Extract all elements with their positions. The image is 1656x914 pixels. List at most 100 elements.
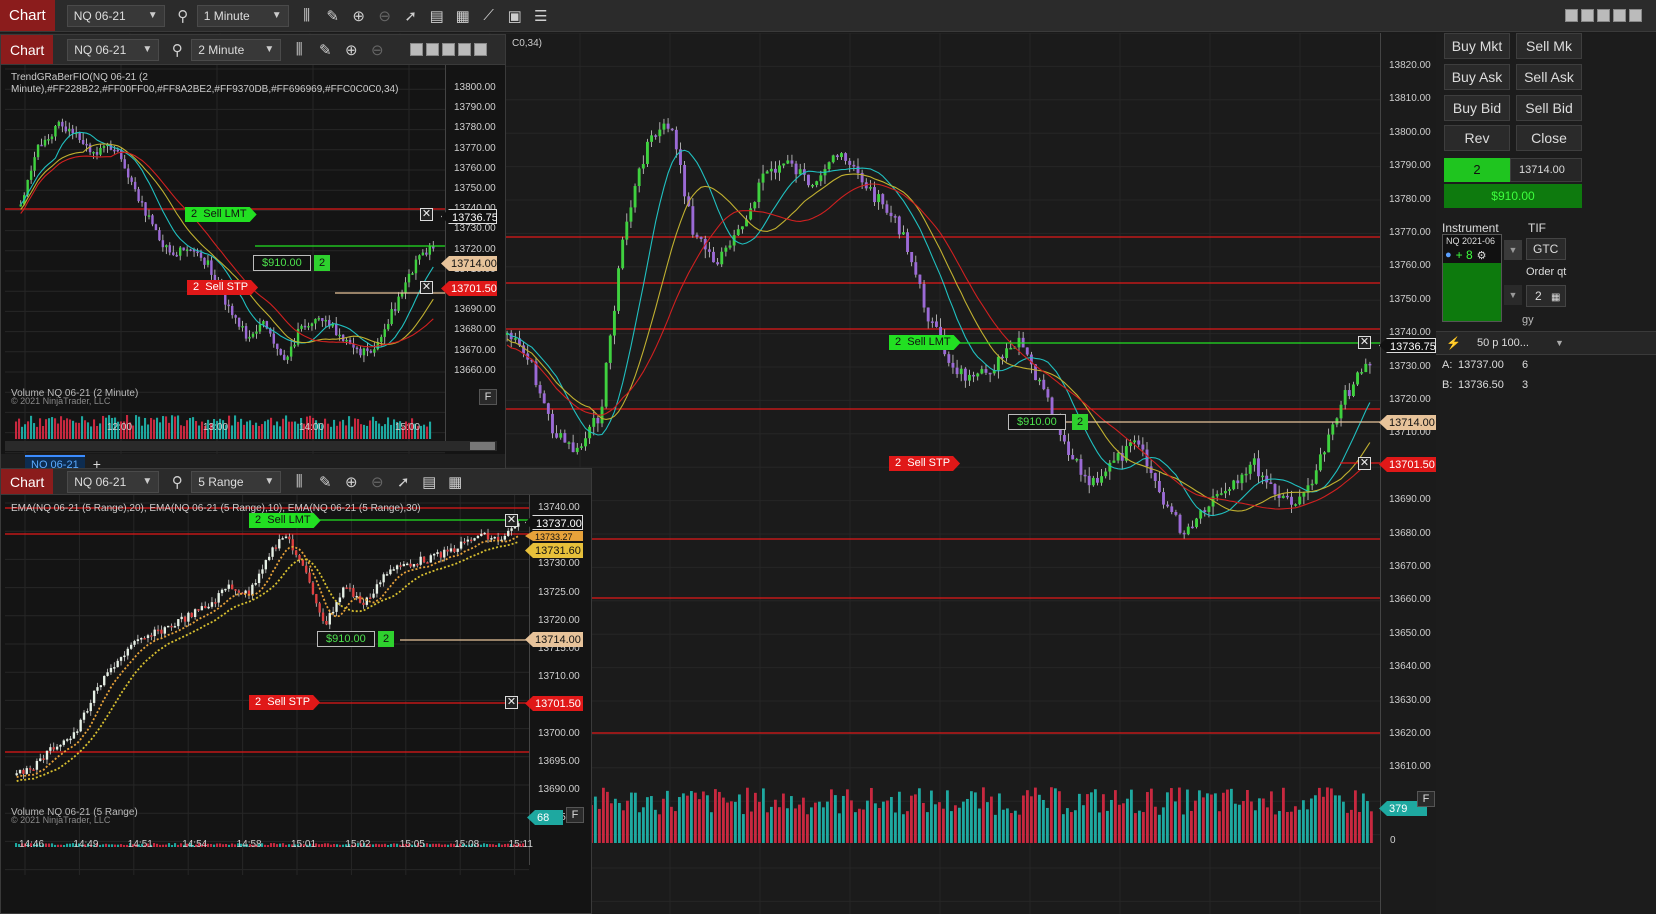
chart-5range-sell-stp-order[interactable]: 2 Sell STP: [249, 695, 320, 710]
main-f-button[interactable]: F: [1417, 791, 1435, 807]
scrollbar-thumb[interactable]: [470, 442, 495, 450]
close-icon[interactable]: [1629, 9, 1642, 22]
buy-market-button[interactable]: Buy Mkt: [1444, 33, 1510, 59]
candle-body: [761, 173, 765, 183]
candle-body: [207, 606, 210, 609]
window-tile-icon[interactable]: [1565, 9, 1578, 22]
candle-body: [318, 603, 321, 613]
interval-select[interactable]: 5 Range ▼: [191, 470, 282, 493]
candle-body: [248, 336, 251, 339]
cancel-order-icon[interactable]: ✕: [505, 514, 518, 527]
window-tile-icon[interactable]: [410, 43, 424, 56]
candle-body: [258, 324, 262, 332]
interval-select[interactable]: 2 Minute ▼: [191, 38, 282, 61]
chart-2min-scrollbar[interactable]: [5, 441, 497, 451]
chart-menu-button[interactable]: Chart: [0, 0, 55, 31]
bar-type-icon[interactable]: ⫼: [291, 473, 307, 490]
bar-type-icon[interactable]: ⫼: [299, 7, 315, 24]
indicators-icon[interactable]: ▦: [447, 473, 463, 491]
candle-body: [1079, 459, 1083, 475]
zoom-out-icon[interactable]: ⊖: [377, 7, 393, 25]
candle-body: [178, 247, 182, 256]
chart-2min-sell-stp-order[interactable]: 2 Sell STP: [187, 280, 258, 295]
window-tile2-icon[interactable]: [426, 43, 440, 56]
sell-market-button[interactable]: Sell Mk: [1516, 33, 1582, 59]
order-qty: 2: [255, 514, 262, 526]
volume-bar: [898, 791, 901, 843]
candle-body: [156, 629, 160, 632]
reverse-button[interactable]: Rev: [1444, 125, 1510, 151]
pointer-icon[interactable]: ➚: [395, 473, 411, 491]
sell-bid-button[interactable]: Sell Bid: [1516, 95, 1582, 121]
strategies-icon[interactable]: ⟋: [481, 7, 497, 24]
price-axis-label: 13730.00: [454, 223, 496, 235]
sell-ask-button[interactable]: Sell Ask: [1516, 64, 1582, 90]
candle-body: [852, 164, 856, 167]
window-tile2-icon[interactable]: [1581, 9, 1594, 22]
candle-body: [716, 262, 720, 265]
instrument-select[interactable]: NQ 06-21 ▼: [67, 38, 160, 61]
indicators-icon[interactable]: ▦: [455, 7, 471, 25]
chart-5range-sell-lmt-order[interactable]: 2 Sell LMT: [249, 513, 321, 528]
cancel-order-icon[interactable]: ✕: [1358, 457, 1371, 470]
pencil-icon[interactable]: ✎: [317, 473, 333, 491]
volume-bar: [1370, 811, 1373, 843]
cancel-order-icon[interactable]: ✕: [420, 281, 433, 294]
candle-body: [868, 187, 872, 189]
chart-2min-position-pnl: $910.00: [253, 255, 311, 271]
main-sell-lmt-order[interactable]: 2 Sell LMT: [889, 335, 961, 350]
search-icon[interactable]: ⚲: [169, 473, 185, 491]
zoom-in-icon[interactable]: ⊕: [343, 473, 359, 491]
zoom-in-icon[interactable]: ⊕: [343, 41, 359, 59]
bar-type-icon[interactable]: ⫼: [291, 41, 307, 58]
cancel-order-icon[interactable]: ✕: [420, 208, 433, 221]
maximize-icon[interactable]: [1613, 9, 1626, 22]
candle-body: [227, 584, 230, 589]
pencil-icon[interactable]: ✎: [317, 41, 333, 59]
pencil-icon[interactable]: ✎: [325, 7, 341, 25]
chart-menu-button[interactable]: Chart: [1, 469, 54, 494]
candle-body: [421, 252, 425, 256]
maximize-icon[interactable]: [458, 43, 472, 56]
buy-bid-button[interactable]: Buy Bid: [1444, 95, 1510, 121]
instrument-selector[interactable]: NQ 2021-06 ● + 8 ⚙: [1442, 234, 1502, 322]
search-icon[interactable]: ⚲: [175, 7, 191, 25]
chart-5range-entry-price-tag: 13714.00: [525, 632, 583, 647]
chart-2min-sell-lmt-order[interactable]: 2 Sell LMT: [185, 207, 257, 222]
instrument-select[interactable]: NQ 06-21 ▼: [67, 470, 160, 493]
cancel-order-icon[interactable]: ✕: [1358, 336, 1371, 349]
buy-ask-button[interactable]: Buy Ask: [1444, 64, 1510, 90]
volume-bar: [1070, 812, 1073, 843]
cancel-order-icon[interactable]: ✕: [505, 696, 518, 709]
volume-bar: [678, 797, 681, 843]
atm-strategy-row[interactable]: ⚡ 50 p 100... ▼: [1436, 331, 1656, 355]
chart-2min-f-button[interactable]: F: [479, 389, 497, 405]
order-qty-input[interactable]: 2 ▦: [1526, 285, 1566, 307]
data-box-icon[interactable]: ▤: [421, 473, 437, 491]
price-axis-label: 13650.00: [1389, 627, 1431, 639]
candle-body: [402, 564, 406, 567]
interval-select[interactable]: 1 Minute ▼: [196, 4, 289, 27]
account-dropdown-icon[interactable]: ▼: [1504, 285, 1522, 305]
close-position-button[interactable]: Close: [1516, 125, 1582, 151]
zoom-out-icon[interactable]: ⊖: [369, 41, 385, 59]
templates-icon[interactable]: ▣: [507, 7, 523, 25]
close-icon[interactable]: [474, 43, 488, 56]
candle-body: [126, 648, 129, 656]
price-axis-label: 13750.00: [1389, 293, 1431, 305]
zoom-in-icon[interactable]: ⊕: [351, 7, 367, 25]
search-icon[interactable]: ⚲: [169, 41, 185, 59]
list-icon[interactable]: ☰: [533, 7, 549, 25]
minimize-icon[interactable]: [442, 43, 456, 56]
pointer-icon[interactable]: ➚: [403, 7, 419, 25]
data-box-icon[interactable]: ▤: [429, 7, 445, 25]
minimize-icon[interactable]: [1597, 9, 1610, 22]
calculator-icon[interactable]: ▦: [1551, 292, 1560, 303]
zoom-out-icon[interactable]: ⊖: [369, 473, 385, 491]
chart-5range-f-button[interactable]: F: [566, 807, 584, 823]
instrument-select[interactable]: NQ 06-21 ▼: [66, 4, 165, 27]
chart-menu-button[interactable]: Chart: [1, 35, 54, 64]
tif-select[interactable]: GTC: [1526, 238, 1566, 260]
instrument-dropdown-icon[interactable]: ▼: [1504, 240, 1522, 260]
main-sell-stp-order[interactable]: 2 Sell STP: [889, 456, 960, 471]
